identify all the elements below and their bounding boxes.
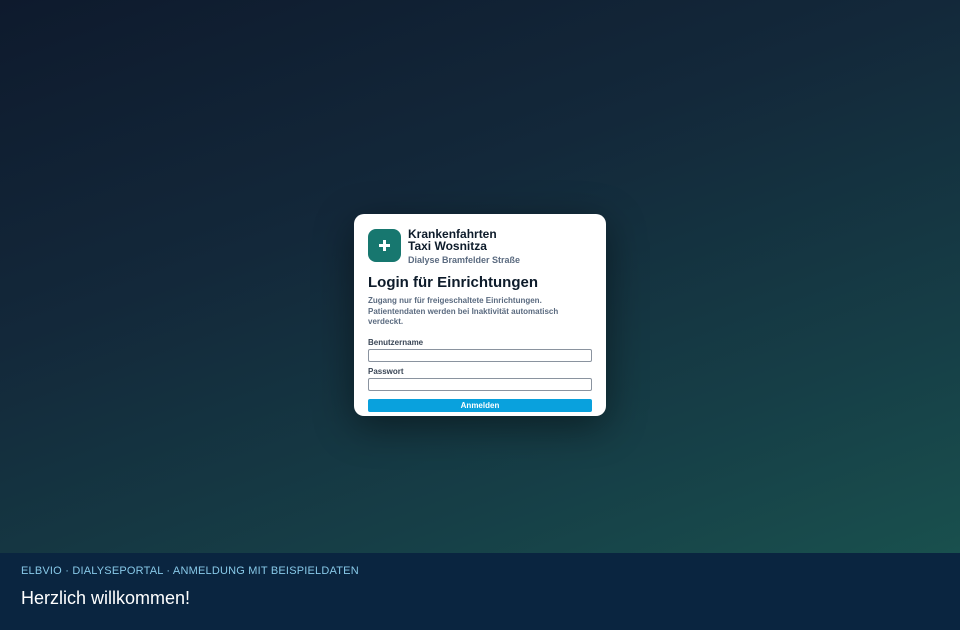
brand-header: Krankenfahrten Taxi Wosnitza Dialyse Bra…	[368, 228, 592, 265]
footer-banner: ELBVIO · DIALYSEPORTAL · ANMELDUNG MIT B…	[0, 553, 960, 630]
username-input[interactable]	[368, 348, 592, 362]
login-card: Krankenfahrten Taxi Wosnitza Dialyse Bra…	[354, 214, 606, 416]
password-label: Passwort	[368, 366, 404, 376]
brand-name: Krankenfahrten Taxi Wosnitza	[408, 227, 497, 253]
login-description: Zugang nur für freigeschaltete Einrichtu…	[368, 296, 559, 326]
username-label: Benutzername	[368, 337, 424, 347]
brand-subtitle: Dialyse Bramfelder Straße	[408, 255, 521, 265]
brand-logo	[368, 229, 401, 262]
welcome-message: Herzlich willkommen!	[21, 588, 191, 608]
breadcrumb: ELBVIO · DIALYSEPORTAL · ANMELDUNG MIT B…	[21, 565, 359, 577]
password-input[interactable]	[368, 377, 592, 391]
login-submit-button[interactable]: Anmelden	[368, 398, 592, 412]
login-title: Login für Einrichtungen	[368, 274, 538, 291]
plus-icon	[379, 240, 390, 251]
brand-text: Krankenfahrten Taxi Wosnitza Dialyse Bra…	[408, 228, 520, 265]
